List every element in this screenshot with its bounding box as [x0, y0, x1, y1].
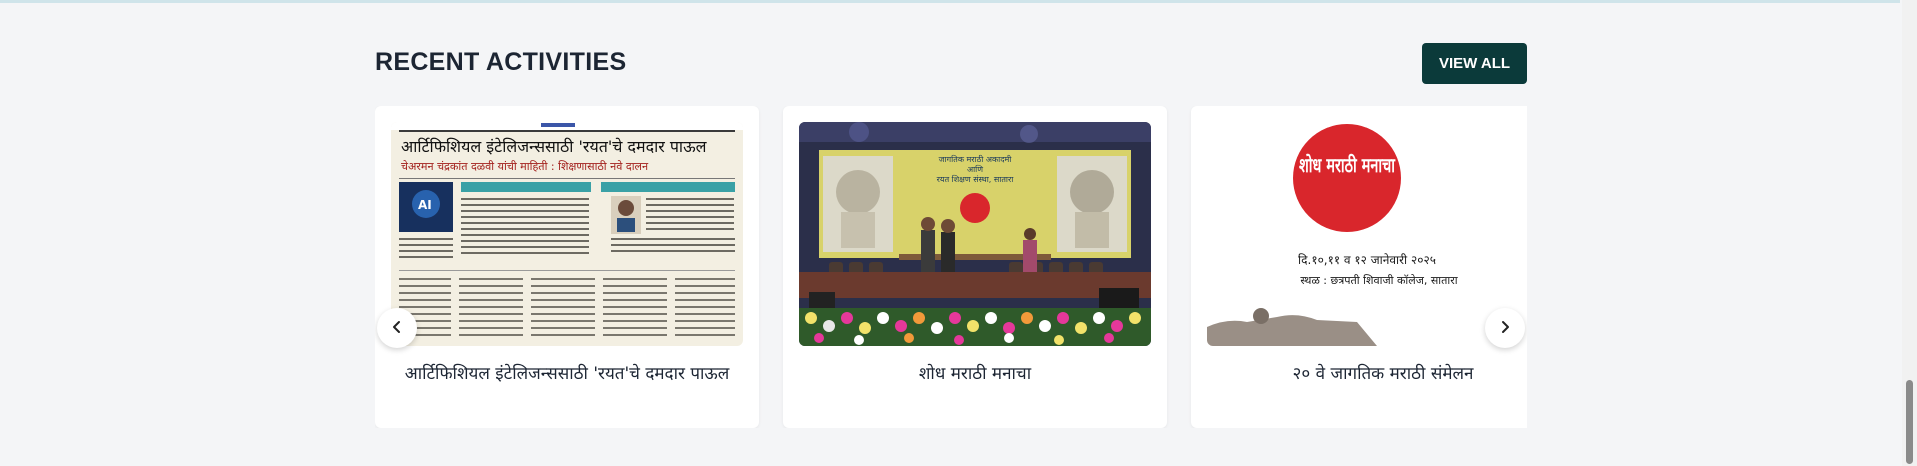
- chevron-right-icon: [1498, 320, 1512, 337]
- top-divider: [0, 0, 1900, 3]
- clipping-headline: आर्टिफिशियल इंटेलिजन्ससाठी 'रयत'चे दमदार…: [401, 137, 708, 156]
- banner-text-line1: जागतिक मराठी अकादमी: [939, 154, 1013, 164]
- activity-image[interactable]: जागतिक मराठी अकादमी आणि रयत शिक्षण संस्थ…: [799, 122, 1151, 346]
- activity-card[interactable]: आर्टिफिशियल इंटेलिजन्ससाठी 'रयत'चे दमदार…: [375, 106, 759, 428]
- ai-badge: AI: [418, 198, 432, 212]
- poster-date-line: दि.१०,११ व १२ जानेवारी २०२५: [1298, 253, 1436, 267]
- activity-card[interactable]: शोध मराठी मनाचा दि.१०,११ व १२ जानेवारी २…: [1191, 106, 1527, 428]
- section-title: RECENT ACTIVITIES: [375, 48, 627, 76]
- poster-venue-line: स्थळ : छत्रपती शिवाजी कॉलेज, सातारा: [1300, 274, 1457, 287]
- chevron-left-icon: [390, 320, 404, 337]
- activity-title[interactable]: आर्टिफिशियल इंटेलिजन्ससाठी 'रयत'चे दमदार…: [391, 362, 743, 386]
- activities-carousel: आर्टिफिशियल इंटेलिजन्ससाठी 'रयत'चे दमदार…: [375, 106, 1527, 428]
- page-scrollbar[interactable]: [1902, 0, 1917, 466]
- scrollbar-thumb[interactable]: [1906, 380, 1913, 464]
- view-all-button[interactable]: VIEW ALL: [1422, 43, 1527, 84]
- banner-text-line2: आणि: [967, 164, 983, 174]
- activity-title[interactable]: शोध मराठी मनाचा: [799, 362, 1151, 386]
- activity-title[interactable]: २० वे जागतिक मराठी संमेलन: [1207, 362, 1527, 386]
- poster-logo-text: शोध मराठी मनाचा: [1299, 153, 1396, 177]
- carousel-prev-button[interactable]: [377, 308, 417, 348]
- carousel-next-button[interactable]: [1485, 308, 1525, 348]
- banner-text-line3: रयत शिक्षण संस्था, सातारा: [937, 174, 1015, 184]
- activity-image[interactable]: आर्टिफिशियल इंटेलिजन्ससाठी 'रयत'चे दमदार…: [391, 122, 743, 346]
- activity-card[interactable]: जागतिक मराठी अकादमी आणि रयत शिक्षण संस्थ…: [783, 106, 1167, 428]
- clipping-subheadline: चेअरमन चंद्रकांत दळवी यांची माहिती : शिक…: [401, 160, 649, 173]
- activity-image[interactable]: शोध मराठी मनाचा दि.१०,११ व १२ जानेवारी २…: [1207, 122, 1527, 346]
